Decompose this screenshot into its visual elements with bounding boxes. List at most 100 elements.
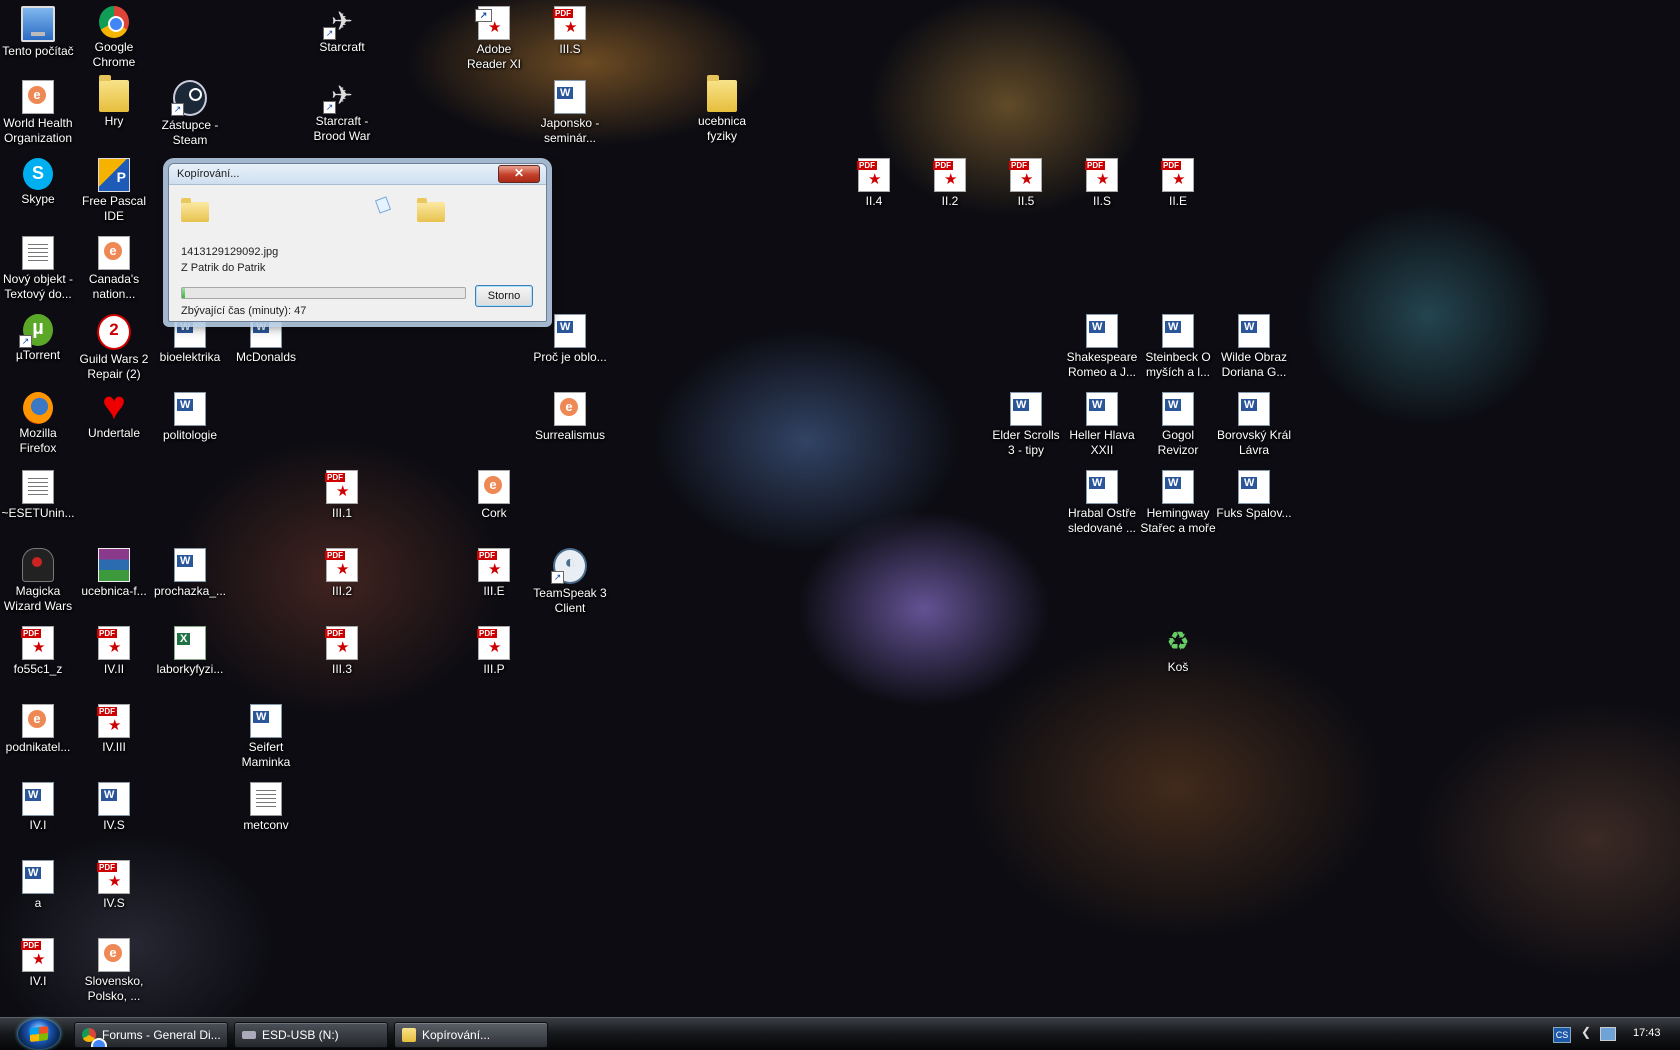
desktop-icon-iii-s[interactable]: III.S <box>532 6 608 57</box>
desktop-icon-label: III.1 <box>331 506 352 520</box>
desktop-icon-brood-war[interactable]: Starcraft - Brood War <box>304 80 380 144</box>
desktop-icon-steinbeck[interactable]: Steinbeck O myších a l... <box>1140 314 1216 380</box>
desktop-icon-japonsko[interactable]: Japonsko - seminár... <box>532 80 608 146</box>
desktop-icon-iv-s-doc[interactable]: IV.S <box>76 782 152 833</box>
language-indicator[interactable]: CS <box>1553 1027 1571 1043</box>
desktop-icon-chrome[interactable]: Google Chrome <box>76 6 152 70</box>
desktop-icon-undertale[interactable]: Undertale <box>76 384 152 441</box>
desktop-icon-politologie[interactable]: politologie <box>152 392 228 443</box>
desktop-icon-prochazka[interactable]: prochazka_... <box>152 548 228 599</box>
desktop: Tento počítač World Health Organization … <box>0 0 1680 1018</box>
desktop-icon-iii-1[interactable]: III.1 <box>304 470 380 521</box>
dialog-route: Z Patrik do Patrik <box>181 262 266 274</box>
pdf-icon <box>97 704 130 738</box>
desktop-icon-firefox[interactable]: Mozilla Firefox <box>0 392 76 456</box>
desktop-icon-ii-e[interactable]: II.E <box>1140 158 1216 209</box>
close-button[interactable]: ✕ <box>498 165 540 183</box>
desktop-icon-podnikatel[interactable]: podnikatel... <box>0 704 76 755</box>
desktop-icon-laborky[interactable]: laborkyfyzi... <box>152 626 228 677</box>
desktop-icon-gogol[interactable]: Gogol Revizor <box>1140 392 1216 458</box>
desktop-icon-iii-2[interactable]: III.2 <box>304 548 380 599</box>
desktop-icon-label: II.E <box>1168 194 1187 208</box>
desktop-icon-surrealismus[interactable]: Surrealismus <box>532 392 608 443</box>
source-folder-icon <box>181 198 209 222</box>
desktop-icon-who[interactable]: World Health Organization <box>0 80 76 146</box>
desktop-icon-hemingway[interactable]: Hemingway Stařec a moře <box>1140 470 1216 536</box>
desktop-icon-label: TeamSpeak 3 Client <box>533 586 607 615</box>
desktop-icon-label: prochazka_... <box>153 584 227 598</box>
desktop-icon-steam[interactable]: Zástupce - Steam <box>152 80 228 148</box>
desktop-icon-ii-2[interactable]: II.2 <box>912 158 988 209</box>
cancel-button[interactable]: Storno <box>475 285 533 307</box>
heart-icon <box>99 384 129 428</box>
desktop-icon-wilde[interactable]: Wilde Obraz Doriana G... <box>1216 314 1292 380</box>
desktop-icon-shakespeare[interactable]: Shakespeare Romeo a J... <box>1064 314 1140 380</box>
start-button[interactable] <box>18 1019 60 1049</box>
desktop-icon-adobe-reader[interactable]: Adobe Reader XI <box>456 6 532 72</box>
desktop-icon-novy-objekt[interactable]: Nový objekt - Textový do... <box>0 236 76 302</box>
desktop-icon-cork[interactable]: Cork <box>456 470 532 521</box>
desktop-icon-borovsky[interactable]: Borovský Král Lávra <box>1216 392 1292 458</box>
remaining-time: Zbývající čas (minuty): 47 <box>181 305 307 317</box>
desktop-icon-label: Adobe Reader XI <box>466 42 522 71</box>
desktop-icon-label: Shakespeare Romeo a J... <box>1066 350 1138 379</box>
desktop-icon-iii-3[interactable]: III.3 <box>304 626 380 677</box>
taskbar-item-copy[interactable]: Kopírování... <box>394 1022 548 1048</box>
desktop-icon-iii-p[interactable]: III.P <box>456 626 532 677</box>
desktop-icon-free-pascal[interactable]: Free Pascal IDE <box>76 158 152 224</box>
desktop-icon-canada[interactable]: Canada's nation... <box>76 236 152 302</box>
chevron-left-icon[interactable]: ❮ <box>1581 1025 1591 1039</box>
winrar-icon <box>98 548 130 582</box>
desktop-icon-tento-pocitac[interactable]: Tento počítač <box>0 6 76 59</box>
desktop-icon-teamspeak[interactable]: TeamSpeak 3 Client <box>532 548 608 616</box>
desktop-icon-fuks[interactable]: Fuks Spalov... <box>1216 470 1292 521</box>
desktop-icon-iii-e[interactable]: III.E <box>456 548 532 599</box>
desktop-icon-a[interactable]: a <box>0 860 76 911</box>
desktop-icon-hrabal[interactable]: Hrabal Ostře sledované ... <box>1064 470 1140 536</box>
pdf-icon <box>475 6 510 40</box>
desktop-icon-ii-5[interactable]: II.5 <box>988 158 1064 209</box>
desktop-icon-skype[interactable]: Skype <box>0 158 76 207</box>
desktop-icon-metconv[interactable]: metconv <box>228 782 304 833</box>
dialog-titlebar[interactable]: Kopírování... ✕ <box>169 164 546 185</box>
desktop-icon-utorrent[interactable]: µTorrent <box>0 314 76 363</box>
desktop-icon-label: Guild Wars 2 Repair (2) <box>79 352 149 381</box>
pdf-icon <box>1085 158 1118 192</box>
desktop-icon-iv-s-pdf[interactable]: IV.S <box>76 860 152 911</box>
desktop-icon-ii-4[interactable]: II.4 <box>836 158 912 209</box>
taskbar: Forums - General Di... ESD-USB (N:) Kopí… <box>0 1017 1680 1050</box>
taskbar-item-chrome[interactable]: Forums - General Di... <box>74 1022 228 1048</box>
pdf-icon <box>97 626 130 660</box>
desktop-icon-iv-i-doc[interactable]: IV.I <box>0 782 76 833</box>
taskbar-item-label: Forums - General Di... <box>102 1028 221 1042</box>
desktop-icon-guild-wars[interactable]: Guild Wars 2 Repair (2) <box>76 314 152 382</box>
utorrent-icon <box>19 314 53 348</box>
pdf-icon <box>21 626 54 660</box>
taskbar-item-usb[interactable]: ESD-USB (N:) <box>234 1022 388 1048</box>
desktop-icon-ucebnica-fyziky[interactable]: ucebnica fyziky <box>684 75 760 144</box>
desktop-icon-iv-i-pdf[interactable]: IV.I <box>0 938 76 989</box>
desktop-icon-elder-scrolls[interactable]: Elder Scrolls 3 - tipy <box>988 392 1064 458</box>
windows-logo-icon <box>30 1026 48 1042</box>
network-icon[interactable] <box>1600 1027 1616 1041</box>
desktop-icon-iv-iii[interactable]: IV.III <box>76 704 152 755</box>
desktop-icon-hry[interactable]: Hry <box>76 75 152 129</box>
desktop-icon-seifert[interactable]: Seifert Maminka <box>228 704 304 770</box>
desktop-icon-magicka[interactable]: Magicka Wizard Wars <box>0 548 76 614</box>
desktop-icon-slovensko[interactable]: Slovensko, Polsko, ... <box>76 938 152 1004</box>
desktop-icon-kos[interactable]: Koš <box>1140 626 1216 675</box>
word-doc-icon <box>1162 470 1194 504</box>
word-doc-icon <box>1162 392 1194 426</box>
desktop-icon-label: III.E <box>483 584 505 598</box>
desktop-icon-heller[interactable]: Heller Hlava XXII <box>1064 392 1140 458</box>
magicka-icon <box>22 548 54 582</box>
desktop-icon-ucebnica-rar[interactable]: ucebnica-f... <box>76 548 152 599</box>
clock[interactable]: 17:43 <box>1633 1027 1661 1039</box>
desktop-icon-starcraft[interactable]: Starcraft <box>304 6 380 55</box>
desktop-icon-iv-ii[interactable]: IV.II <box>76 626 152 677</box>
desktop-icon-esetunin[interactable]: ~ESETUnin... <box>0 470 76 521</box>
desktop-icon-fo55c1[interactable]: fo55c1_z <box>0 626 76 677</box>
web-shortcut-icon <box>98 236 130 270</box>
desktop-icon-label: III.P <box>483 662 505 676</box>
desktop-icon-ii-s[interactable]: II.S <box>1064 158 1140 209</box>
